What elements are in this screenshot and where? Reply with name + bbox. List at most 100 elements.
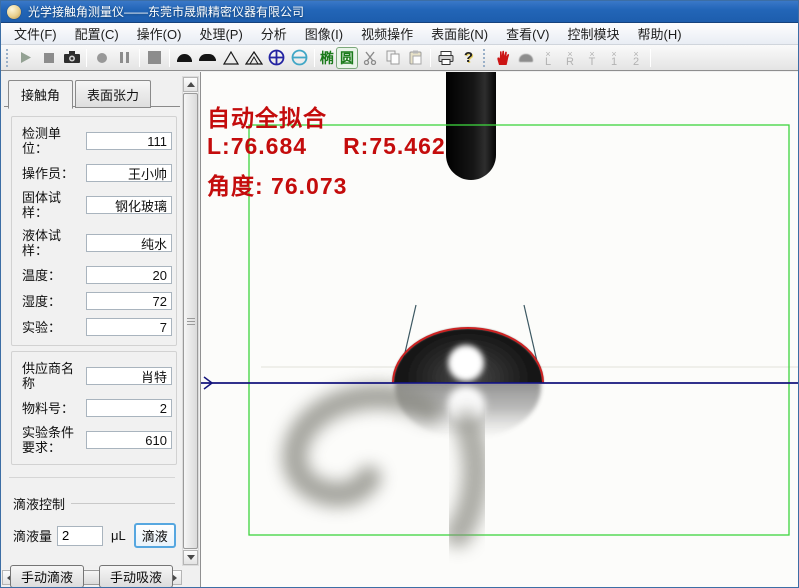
clear-2-button[interactable]: × 2 [625, 47, 647, 69]
clear-top-button[interactable]: × T [581, 47, 603, 69]
menubar: 文件(F) 配置(C) 操作(O) 处理(P) 分析 图像(I) 视频操作 表面… [1, 23, 798, 45]
supplier-info-group: 供应商名称 物料号： 实验条件要求： [11, 351, 177, 465]
copy-icon [386, 50, 399, 65]
menu-file[interactable]: 文件(F) [5, 22, 66, 45]
manual-control-button[interactable] [491, 47, 514, 69]
app-icon [7, 4, 21, 19]
droplet-highlight-hole [445, 342, 487, 383]
volume-unit: μL [111, 528, 126, 543]
play-button[interactable] [14, 47, 37, 69]
menu-view[interactable]: 查看(V) [497, 22, 558, 45]
experiment-input[interactable] [86, 318, 172, 336]
dosing-needle [446, 72, 496, 180]
freeze-frame-button[interactable] [143, 47, 166, 69]
baseline-circle-button[interactable] [288, 47, 311, 69]
toolbar-separator [314, 48, 315, 67]
toolbar-grip [483, 48, 488, 67]
toolbar-separator [86, 48, 87, 67]
toolbar-separator [139, 48, 140, 67]
menu-control-module[interactable]: 控制模块 [558, 22, 628, 45]
settings-panel: 接触角 表面张力 检测单位： 操作员： 固体试样： 液体试样： 温度： 湿度： … [1, 72, 201, 587]
manual-buttons-row: 手动滴液 手动吸液 [10, 565, 183, 587]
play-icon [21, 52, 31, 63]
toolbar-separator [650, 48, 651, 67]
manual-drop-button[interactable]: 手动滴液 [10, 565, 85, 587]
dispense-drop-button[interactable] [514, 47, 537, 69]
menu-config[interactable]: 配置(C) [66, 22, 128, 45]
sessile-drop-button[interactable] [173, 47, 196, 69]
window-title: 光学接触角测量仪——东莞市晟鼎精密仪器有限公司 [28, 5, 305, 19]
scroll-down-arrow[interactable] [183, 550, 198, 565]
clear-left-button[interactable]: × L [537, 47, 559, 69]
field-label: 供应商名称 [22, 361, 75, 391]
crosshair-circle-button[interactable] [265, 47, 288, 69]
vertical-scroll-thumb[interactable] [183, 93, 198, 549]
drop-control-header: 滴液控制 [13, 494, 175, 513]
supplier-input[interactable] [86, 367, 172, 385]
menu-video[interactable]: 视频操作 [352, 22, 422, 45]
copy-button[interactable] [381, 47, 404, 69]
tab-surface-tension[interactable]: 表面张力 [75, 80, 152, 108]
field-label: 操作员： [22, 165, 75, 181]
menu-surface-energy[interactable]: 表面能(N) [422, 22, 497, 45]
operator-input[interactable] [86, 164, 172, 182]
cut-button[interactable] [358, 47, 381, 69]
printer-icon [438, 50, 453, 65]
toolbar-separator [430, 48, 431, 67]
menu-help[interactable]: 帮助(H) [629, 22, 691, 45]
stop-button[interactable] [37, 47, 60, 69]
dispense-button[interactable]: 滴液 [133, 523, 176, 548]
panel-vertical-scrollbar[interactable] [182, 76, 199, 566]
material-no-input[interactable] [86, 399, 172, 417]
detect-unit-input[interactable] [86, 132, 172, 150]
double-angle-tool-button[interactable] [242, 47, 265, 69]
tabstrip: 接触角 表面张力 [1, 72, 200, 109]
blur-swirl-left [282, 384, 442, 507]
solid-sample-input[interactable] [86, 196, 172, 214]
menu-process[interactable]: 处理(P) [190, 22, 251, 45]
ellipse-fit-button[interactable]: 椭 [318, 47, 336, 69]
field-label: 固体试样： [22, 190, 62, 220]
pause-button[interactable] [113, 47, 136, 69]
toolbar-grip [6, 48, 11, 67]
field-label: 检测单位： [22, 126, 62, 156]
volume-label: 滴液量 [13, 529, 53, 544]
humidity-input[interactable] [86, 292, 172, 310]
small-drop-icon [518, 53, 533, 62]
liquid-sample-input[interactable] [86, 234, 172, 252]
tab-contact-angle[interactable]: 接触角 [8, 80, 74, 109]
hand-icon [496, 50, 509, 65]
divider [9, 477, 175, 478]
circle-cross-icon [268, 49, 285, 66]
camera-icon [63, 51, 80, 63]
pause-icon [120, 52, 123, 63]
snapshot-button[interactable] [60, 47, 83, 69]
manual-suction-button[interactable]: 手动吸液 [99, 565, 174, 587]
sessile-drop-wide-button[interactable] [196, 47, 219, 69]
sessile-drop-wide-icon [199, 54, 216, 61]
camera-view[interactable]: 自动全拟合 L:76.684 R:75.462 角度: 76.073 [201, 72, 798, 587]
menu-image[interactable]: 图像(I) [296, 22, 352, 45]
app-window: 光学接触角测量仪——东莞市晟鼎精密仪器有限公司 文件(F) 配置(C) 操作(O… [0, 0, 799, 588]
toolbar: 椭 圆 ? × L × R × T × 1 × 2 [1, 45, 798, 71]
angle-tool-button[interactable] [219, 47, 242, 69]
mean-angle-overlay: 角度: 76.073 [207, 173, 348, 199]
triangle-icon [222, 50, 239, 65]
sessile-drop-icon [177, 53, 192, 62]
temperature-input[interactable] [86, 266, 172, 284]
record-button[interactable] [90, 47, 113, 69]
left-angle-value: L:76.684 [207, 133, 308, 159]
menu-operate[interactable]: 操作(O) [128, 22, 191, 45]
help-button[interactable]: ? [457, 47, 480, 69]
menu-analyze[interactable]: 分析 [252, 22, 296, 45]
condition-input[interactable] [86, 431, 172, 449]
clear-1-button[interactable]: × 1 [603, 47, 625, 69]
record-icon [96, 52, 107, 63]
print-button[interactable] [434, 47, 457, 69]
stop-icon [43, 52, 54, 63]
volume-input[interactable] [57, 525, 104, 546]
field-label: 温度： [22, 267, 62, 283]
clear-right-button[interactable]: × R [559, 47, 581, 69]
circle-fit-button[interactable]: 圆 [336, 46, 358, 69]
paste-button[interactable] [404, 47, 427, 69]
